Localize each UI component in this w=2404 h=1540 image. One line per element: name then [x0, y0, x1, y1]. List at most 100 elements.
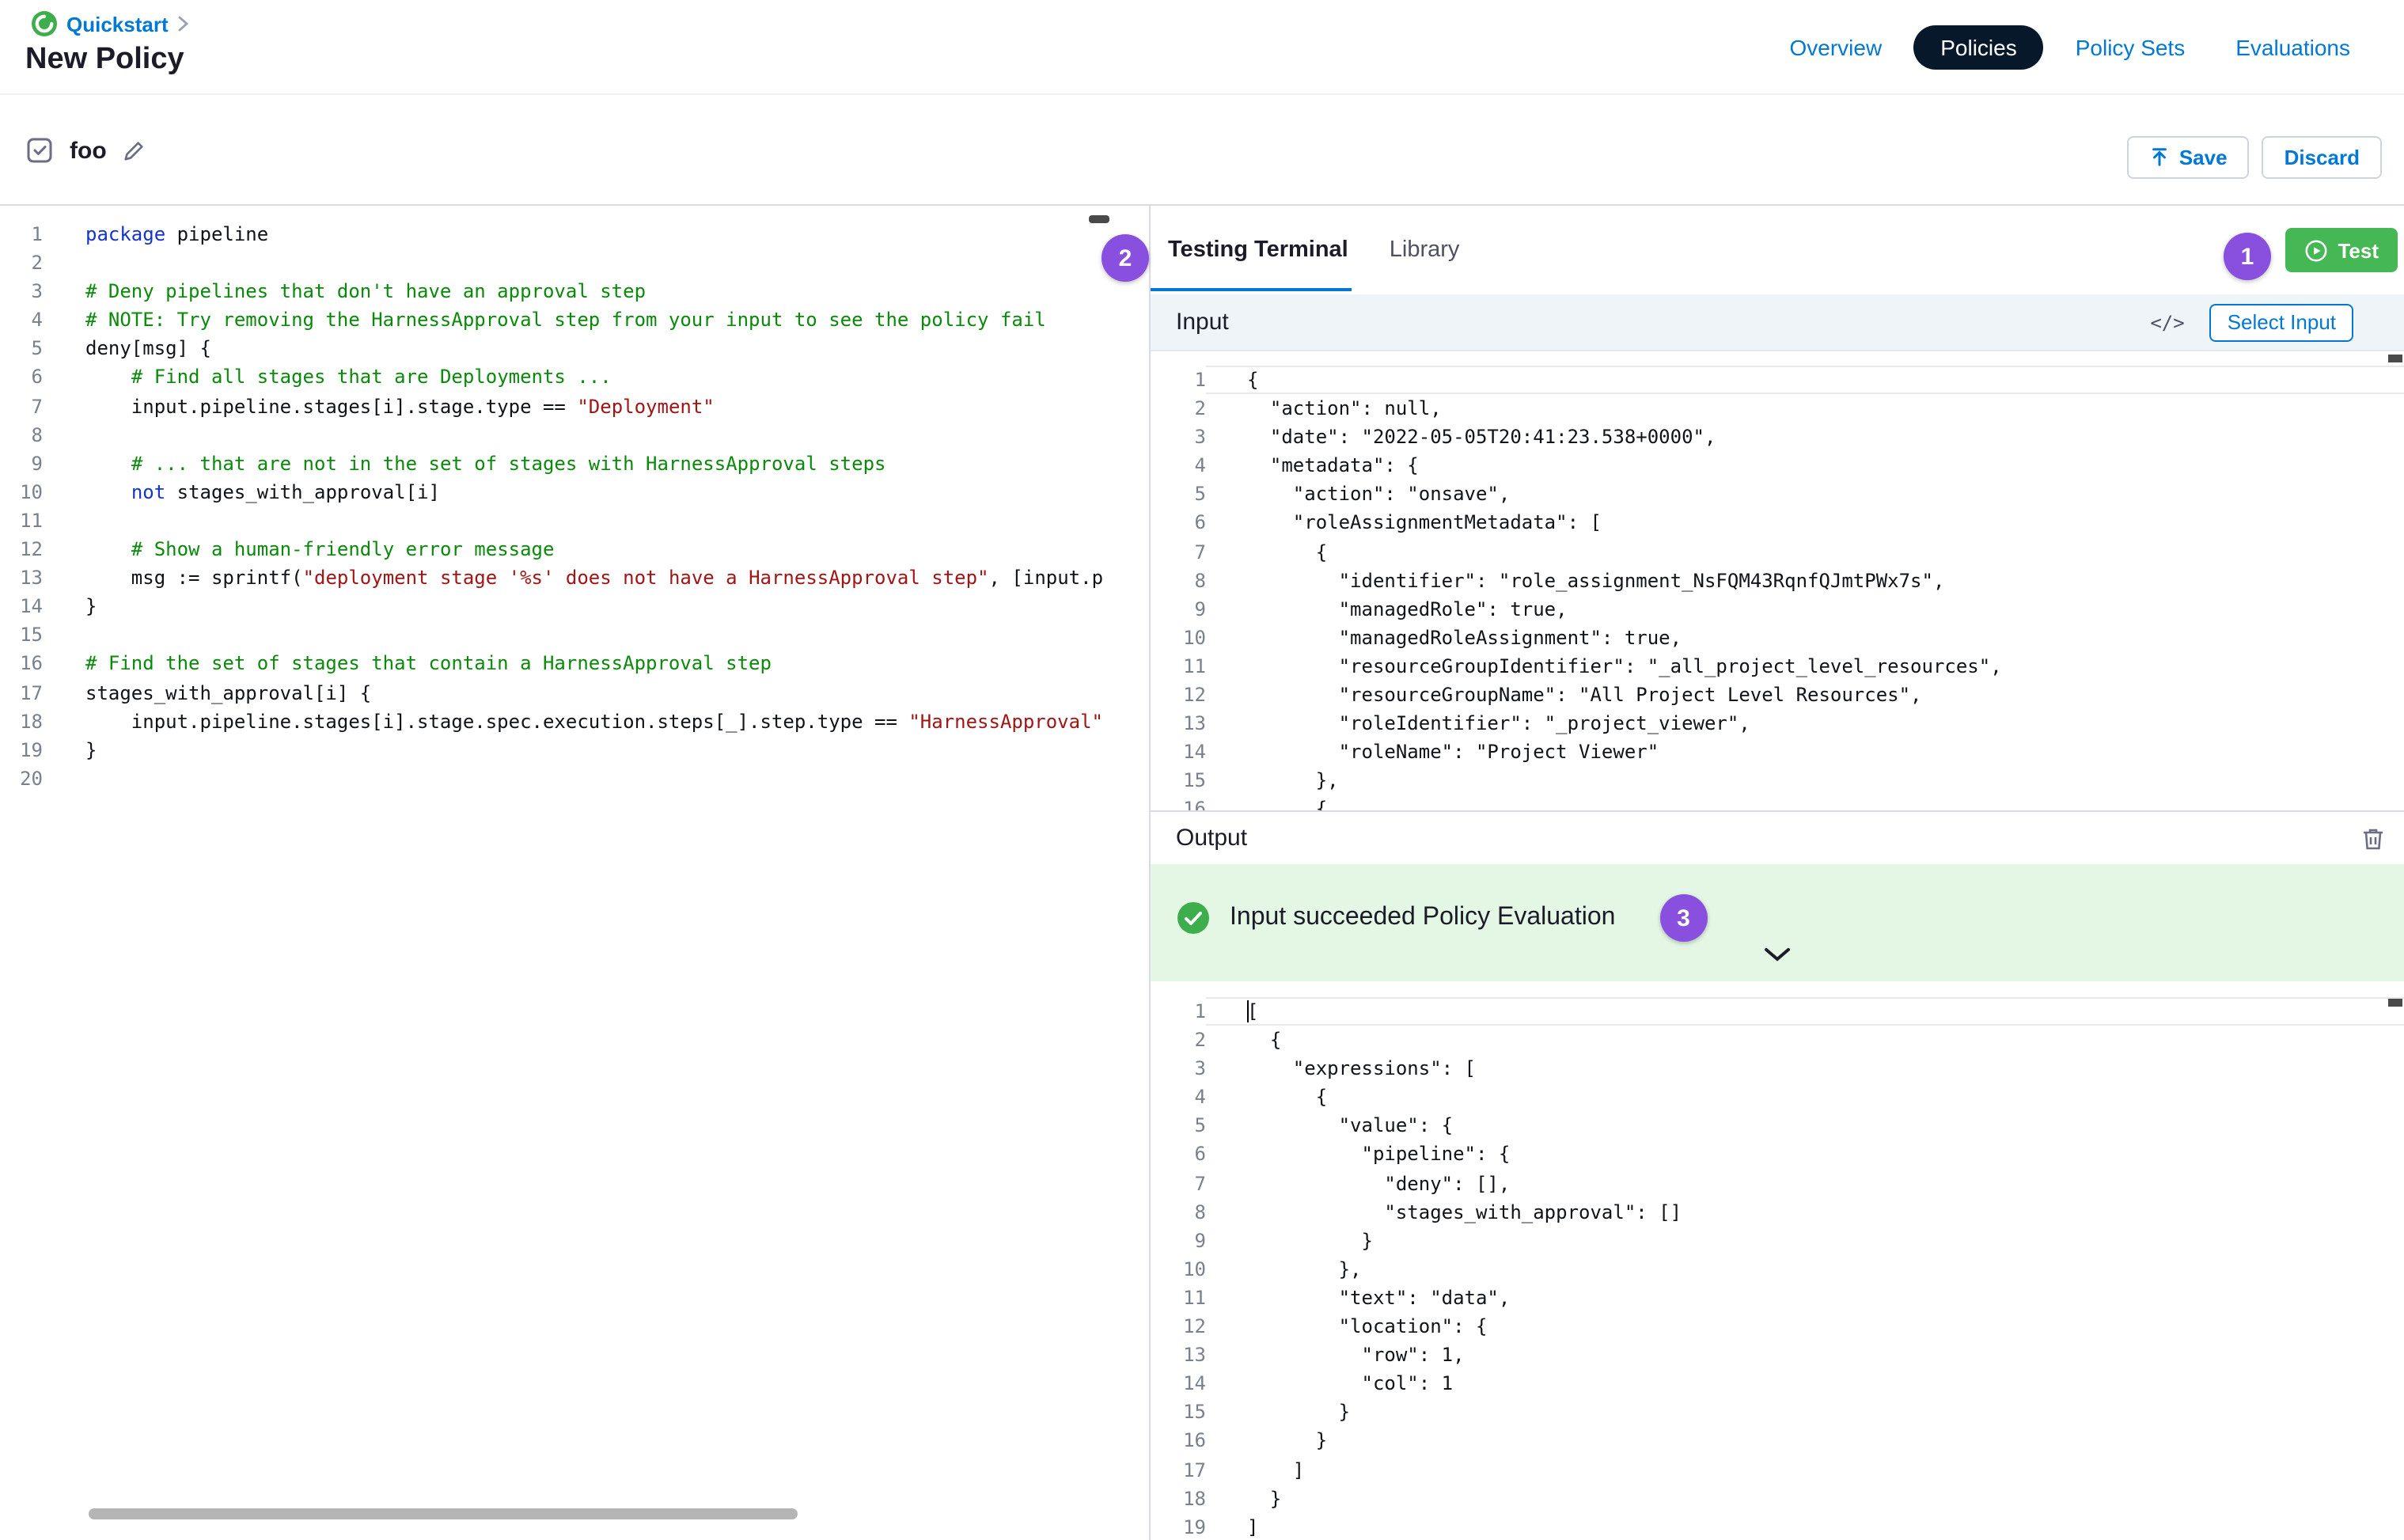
code-text[interactable]: [43, 764, 1149, 793]
code-text[interactable]: "roleName": "Project Viewer": [1206, 738, 2404, 766]
code-text[interactable]: [43, 248, 1149, 277]
code-line[interactable]: 8 "stages_with_approval": []: [1151, 1197, 2404, 1226]
code-text[interactable]: [43, 621, 1149, 650]
code-text[interactable]: "action": "onsave",: [1206, 480, 2404, 509]
code-text[interactable]: stages_with_approval[i] {: [43, 678, 1149, 707]
code-text[interactable]: [: [1206, 997, 2404, 1026]
code-line[interactable]: 2 "action": null,: [1151, 394, 2404, 423]
code-text[interactable]: "roleAssignmentMetadata": [: [1206, 509, 2404, 537]
code-text[interactable]: msg := sprintf("deployment stage '%s' do…: [43, 563, 1149, 592]
nav-evaluations[interactable]: Evaluations: [2216, 25, 2369, 70]
code-line[interactable]: 1[: [1151, 997, 2404, 1026]
code-line[interactable]: 19]: [1151, 1512, 2404, 1540]
code-text[interactable]: "managedRole": true,: [1206, 595, 2404, 624]
code-line[interactable]: 11 "text": "data",: [1151, 1284, 2404, 1312]
code-text[interactable]: "resourceGroupIdentifier": "_all_project…: [1206, 652, 2404, 681]
save-button[interactable]: Save: [2127, 136, 2250, 179]
code-text[interactable]: {: [1206, 795, 2404, 810]
code-line[interactable]: 5deny[msg] {: [0, 335, 1149, 363]
code-line[interactable]: 5 "action": "onsave",: [1151, 480, 2404, 509]
code-line[interactable]: 3 "date": "2022-05-05T20:41:23.538+0000"…: [1151, 423, 2404, 451]
code-line[interactable]: 2: [0, 248, 1149, 277]
code-text[interactable]: "col": 1: [1206, 1369, 2404, 1398]
code-line[interactable]: 7 input.pipeline.stages[i].stage.type ==…: [0, 392, 1149, 420]
code-line[interactable]: 15 },: [1151, 767, 2404, 795]
code-line[interactable]: 15 }: [1151, 1398, 2404, 1427]
tab-testing-terminal[interactable]: Testing Terminal: [1168, 206, 1348, 294]
code-line[interactable]: 13 "roleIdentifier": "_project_viewer",: [1151, 709, 2404, 738]
code-line[interactable]: 1package pipeline: [0, 220, 1149, 248]
code-line[interactable]: 2 {: [1151, 1026, 2404, 1054]
code-line[interactable]: 1{: [1151, 366, 2404, 394]
code-line[interactable]: 3 "expressions": [: [1151, 1054, 2404, 1083]
code-line[interactable]: 4 "metadata": {: [1151, 452, 2404, 480]
tab-library[interactable]: Library: [1390, 206, 1460, 294]
code-text[interactable]: {: [1206, 537, 2404, 566]
code-text[interactable]: [43, 506, 1149, 535]
code-line[interactable]: 19}: [0, 735, 1149, 764]
input-json-editor[interactable]: 1{2 "action": null,3 "date": "2022-05-05…: [1151, 351, 2404, 810]
code-text[interactable]: "roleIdentifier": "_project_viewer",: [1206, 709, 2404, 738]
nav-overview[interactable]: Overview: [1771, 25, 1902, 70]
code-line[interactable]: 18 input.pipeline.stages[i].stage.spec.e…: [0, 707, 1149, 735]
code-text[interactable]: "expressions": [: [1206, 1054, 2404, 1083]
code-text[interactable]: # Find the set of stages that contain a …: [43, 650, 1149, 678]
code-text[interactable]: "identifier": "role_assignment_NsFQM43Rq…: [1206, 566, 2404, 594]
code-line[interactable]: 9 # ... that are not in the set of stage…: [0, 449, 1149, 478]
code-text[interactable]: "location": {: [1206, 1312, 2404, 1341]
code-line[interactable]: 16 }: [1151, 1427, 2404, 1455]
code-text[interactable]: deny[msg] {: [43, 335, 1149, 363]
code-line[interactable]: 8 "identifier": "role_assignment_NsFQM43…: [1151, 566, 2404, 594]
discard-button[interactable]: Discard: [2262, 136, 2382, 179]
code-text[interactable]: {: [1206, 1026, 2404, 1054]
code-view-icon[interactable]: </>: [2150, 311, 2184, 333]
code-line[interactable]: 5 "value": {: [1151, 1112, 2404, 1140]
edit-pencil-icon[interactable]: [123, 138, 146, 162]
editor-scroll-marker[interactable]: [1089, 215, 1109, 223]
breadcrumb-link[interactable]: Quickstart: [66, 12, 169, 36]
code-line[interactable]: 6 # Find all stages that are Deployments…: [0, 363, 1149, 392]
select-input-button[interactable]: Select Input: [2210, 303, 2353, 341]
code-text[interactable]: "deny": [],: [1206, 1169, 2404, 1197]
code-line[interactable]: 10 not stages_with_approval[i]: [0, 478, 1149, 506]
code-text[interactable]: }: [1206, 1398, 2404, 1427]
code-text[interactable]: not stages_with_approval[i]: [43, 478, 1149, 506]
code-line[interactable]: 12 # Show a human-friendly error message: [0, 535, 1149, 563]
code-line[interactable]: 15: [0, 621, 1149, 650]
code-line[interactable]: 9 }: [1151, 1227, 2404, 1255]
code-text[interactable]: "row": 1,: [1206, 1341, 2404, 1369]
code-text[interactable]: "action": null,: [1206, 394, 2404, 423]
code-line[interactable]: 14 "roleName": "Project Viewer": [1151, 738, 2404, 766]
code-text[interactable]: # Deny pipelines that don't have an appr…: [43, 277, 1149, 305]
code-text[interactable]: {: [1206, 366, 2404, 394]
code-text[interactable]: input.pipeline.stages[i].stage.type == "…: [43, 392, 1149, 420]
code-line[interactable]: 11 "resourceGroupIdentifier": "_all_proj…: [1151, 652, 2404, 681]
code-text[interactable]: "stages_with_approval": []: [1206, 1197, 2404, 1226]
code-text[interactable]: },: [1206, 1255, 2404, 1284]
output-json-editor[interactable]: 1[2 {3 "expressions": [4 {5 "value": {6 …: [1151, 981, 2404, 1540]
test-button[interactable]: Test: [2285, 228, 2398, 272]
code-line[interactable]: 10 },: [1151, 1255, 2404, 1284]
code-line[interactable]: 3# Deny pipelines that don't have an app…: [0, 277, 1149, 305]
code-line[interactable]: 13 "row": 1,: [1151, 1341, 2404, 1369]
horizontal-scrollbar[interactable]: [89, 1508, 798, 1519]
code-line[interactable]: 17 ]: [1151, 1455, 2404, 1484]
code-text[interactable]: {: [1206, 1083, 2404, 1112]
code-text[interactable]: }: [43, 592, 1149, 620]
code-line[interactable]: 8: [0, 420, 1149, 449]
code-text[interactable]: # NOTE: Try removing the HarnessApproval…: [43, 306, 1149, 335]
code-line[interactable]: 13 msg := sprintf("deployment stage '%s'…: [0, 563, 1149, 592]
code-line[interactable]: 12 "location": {: [1151, 1312, 2404, 1341]
code-text[interactable]: [43, 420, 1149, 449]
code-text[interactable]: },: [1206, 767, 2404, 795]
code-text[interactable]: "resourceGroupName": "All Project Level …: [1206, 681, 2404, 709]
code-text[interactable]: }: [1206, 1227, 2404, 1255]
policy-code-editor[interactable]: 1package pipeline23# Deny pipelines that…: [0, 206, 1149, 1540]
code-text[interactable]: # ... that are not in the set of stages …: [43, 449, 1149, 478]
code-line[interactable]: 6 "pipeline": {: [1151, 1140, 2404, 1169]
code-text[interactable]: "pipeline": {: [1206, 1140, 2404, 1169]
code-line[interactable]: 12 "resourceGroupName": "All Project Lev…: [1151, 681, 2404, 709]
code-text[interactable]: # Find all stages that are Deployments .…: [43, 363, 1149, 392]
code-line[interactable]: 9 "managedRole": true,: [1151, 595, 2404, 624]
code-line[interactable]: 4 {: [1151, 1083, 2404, 1112]
